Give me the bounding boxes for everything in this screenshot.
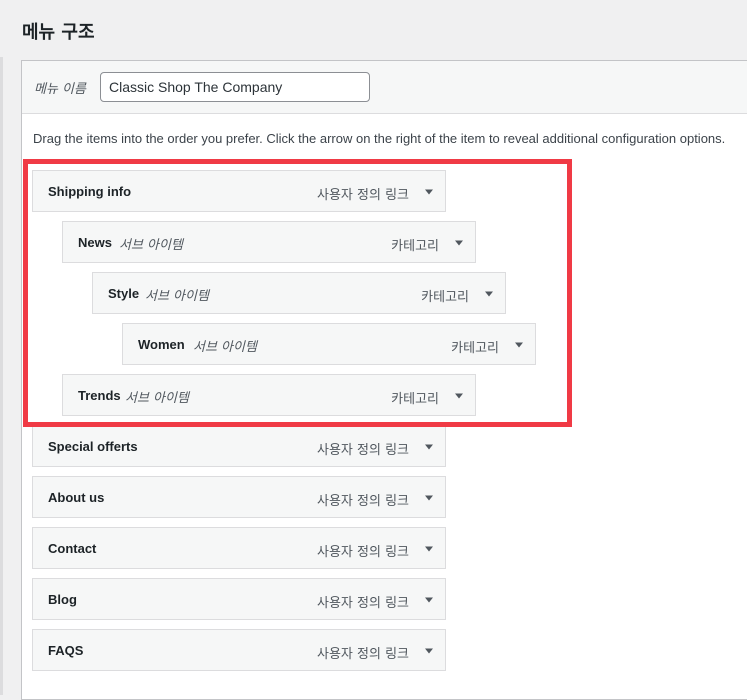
menu-item-sub-label: 서브 아이템 [125, 391, 189, 406]
menu-item-type: 카테고리 [451, 341, 499, 356]
menu-item-title: Shipping info [48, 184, 132, 199]
menu-item-type: 카테고리 [391, 239, 439, 254]
menu-name-header: 메뉴 이름 [22, 61, 747, 114]
caret-down-icon[interactable] [423, 186, 435, 198]
menu-item-sub-label: 서브 아이템 [193, 340, 257, 355]
left-divider [0, 57, 3, 695]
caret-down-icon[interactable] [423, 492, 435, 504]
menu-item-sub-label: 서브 아이템 [119, 238, 183, 253]
menu-item-title: Special offerts [48, 439, 138, 454]
menu-item-title: News [78, 235, 112, 250]
menu-item-type: 사용자 정의 링크 [317, 443, 409, 458]
menu-item[interactable]: Shipping info 사용자 정의 링크 [32, 170, 446, 212]
caret-down-icon[interactable] [453, 237, 465, 249]
menu-name-input[interactable] [100, 72, 370, 102]
menu-item-type: 사용자 정의 링크 [317, 647, 409, 662]
caret-down-icon[interactable] [423, 543, 435, 555]
menu-item-title: Style [108, 286, 140, 301]
menu-item[interactable]: News 서브 아이템 카테고리 [62, 221, 476, 263]
menu-item-title: Women [138, 337, 185, 352]
menu-name-label: 메뉴 이름 [34, 82, 86, 97]
caret-down-icon[interactable] [423, 645, 435, 657]
menu-item-type: 사용자 정의 링크 [317, 545, 409, 560]
menu-item[interactable]: FAQS 사용자 정의 링크 [32, 629, 446, 671]
menu-item-title: Blog [48, 592, 77, 607]
menu-item[interactable]: Style 서브 아이템 카테고리 [92, 272, 506, 314]
page-title: 메뉴 구조 [22, 22, 95, 43]
caret-down-icon[interactable] [513, 339, 525, 351]
drag-instructions: Drag the items into the order you prefer… [33, 131, 726, 146]
menu-item[interactable]: About us 사용자 정의 링크 [32, 476, 446, 518]
menu-item-title: FAQS [48, 643, 84, 658]
caret-down-icon[interactable] [423, 594, 435, 606]
menu-item-type: 카테고리 [391, 392, 439, 407]
menu-item-type: 사용자 정의 링크 [317, 188, 409, 203]
menu-item-title: About us [48, 490, 105, 505]
menu-item[interactable]: Special offerts 사용자 정의 링크 [32, 425, 446, 467]
menu-item[interactable]: Women 서브 아이템 카테고리 [122, 323, 536, 365]
menu-item[interactable]: Contact 사용자 정의 링크 [32, 527, 446, 569]
menu-item-sub-label: 서브 아이템 [145, 289, 209, 304]
menu-item-type: 카테고리 [421, 290, 469, 305]
menu-item[interactable]: Trends 서브 아이템 카테고리 [62, 374, 476, 416]
menu-item-title: Trends [78, 388, 121, 403]
caret-down-icon[interactable] [453, 390, 465, 402]
menu-item[interactable]: Blog 사용자 정의 링크 [32, 578, 446, 620]
caret-down-icon[interactable] [423, 441, 435, 453]
menu-item-title: Contact [48, 541, 97, 556]
menu-item-type: 사용자 정의 링크 [317, 596, 409, 611]
menu-item-type: 사용자 정의 링크 [317, 494, 409, 509]
caret-down-icon[interactable] [483, 288, 495, 300]
